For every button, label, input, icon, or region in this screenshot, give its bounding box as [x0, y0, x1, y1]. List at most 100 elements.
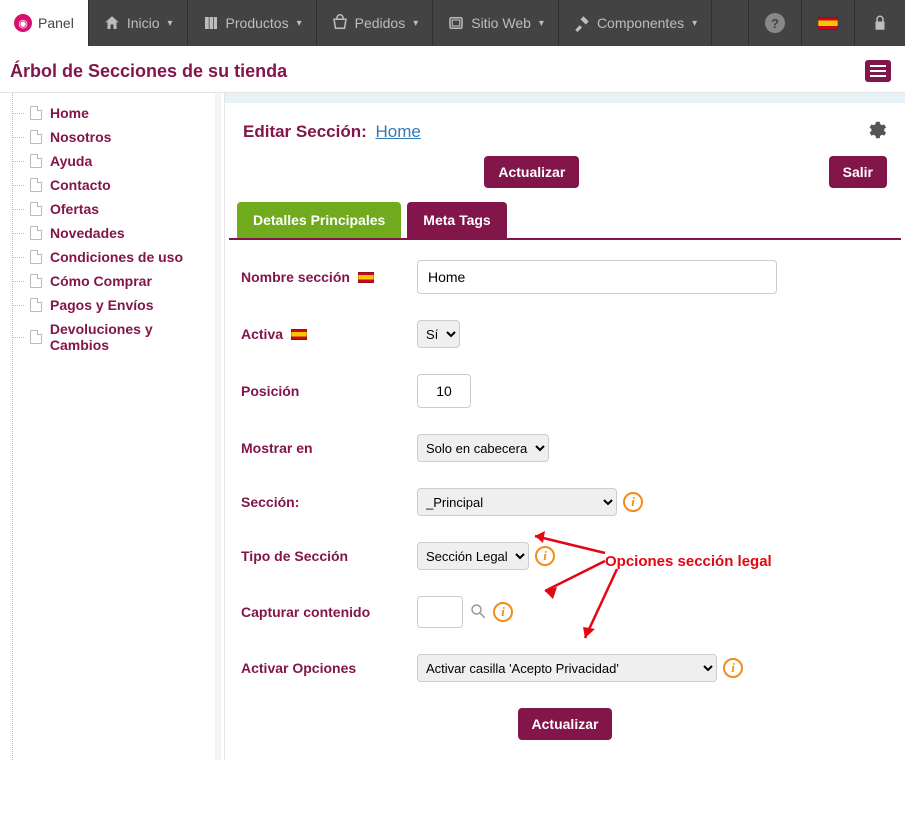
doc-icon: [30, 154, 42, 168]
sidebar-item-label: Nosotros: [50, 129, 111, 145]
nav-inicio[interactable]: Inicio ▾: [89, 0, 188, 46]
panel-title-link[interactable]: Home: [376, 122, 421, 141]
tipo-label: Tipo de Sección: [237, 548, 417, 564]
chevron-down-icon: ▾: [413, 18, 418, 29]
tab-detalles[interactable]: Detalles Principales: [237, 202, 401, 238]
tipo-select[interactable]: Sección Legal: [417, 542, 529, 570]
lock-icon: [871, 14, 889, 32]
content: Editar Sección: Home Actualizar Salir De…: [225, 93, 905, 760]
sidebar-item-pagos[interactable]: Pagos y Envíos: [0, 293, 224, 317]
row-mostrar: Mostrar en Solo en cabecera: [237, 434, 893, 462]
doc-icon: [30, 274, 42, 288]
nav-panel[interactable]: ◉ Panel: [0, 0, 89, 46]
titlebar: Árbol de Secciones de su tienda: [0, 46, 905, 92]
sidebar-item-label: Ofertas: [50, 201, 99, 217]
info-bar: [225, 93, 905, 103]
gear-icon[interactable]: [865, 119, 887, 144]
mostrar-label: Mostrar en: [237, 440, 417, 456]
tools-icon: [573, 14, 591, 32]
help-icon: ?: [765, 13, 785, 33]
list-view-icon[interactable]: [865, 60, 891, 82]
flag-es-icon: [818, 17, 838, 30]
tabs: Detalles Principales Meta Tags: [229, 202, 901, 240]
home-icon: [103, 14, 121, 32]
sidebar-item-contacto[interactable]: Contacto: [0, 173, 224, 197]
nav-pedidos[interactable]: Pedidos ▾: [317, 0, 434, 46]
annotation-text: Opciones sección legal: [605, 553, 772, 570]
top-nav: ◉ Panel Inicio ▾ Productos ▾ Pedidos ▾ S…: [0, 0, 905, 46]
capturar-box[interactable]: [417, 596, 463, 628]
sidebar-item-label: Cómo Comprar: [50, 273, 152, 289]
actualizar-button-top[interactable]: Actualizar: [484, 156, 579, 188]
salir-button[interactable]: Salir: [829, 156, 887, 188]
sidebar-item-label: Home: [50, 105, 89, 121]
row-activar: Activar Opciones Activar casilla 'Acepto…: [237, 654, 893, 682]
sidebar-item-ofertas[interactable]: Ofertas: [0, 197, 224, 221]
seccion-label: Sección:: [237, 494, 417, 510]
info-icon[interactable]: i: [623, 492, 643, 512]
nav-panel-label: Panel: [38, 15, 74, 31]
chevron-down-icon: ▾: [692, 18, 697, 29]
info-icon[interactable]: i: [535, 546, 555, 566]
sidebar-item-home[interactable]: Home: [0, 101, 224, 125]
nav-sitio-label: Sitio Web: [471, 15, 531, 31]
action-row: Actualizar Salir: [229, 156, 901, 202]
sidebar-item-label: Ayuda: [50, 153, 92, 169]
nav-pedidos-label: Pedidos: [355, 15, 406, 31]
row-activa: Activa Sí: [237, 320, 893, 348]
sidebar-item-novedades[interactable]: Novedades: [0, 221, 224, 245]
nav-language[interactable]: [801, 0, 854, 46]
row-capturar: Capturar contenido i: [237, 596, 893, 628]
page-title: Árbol de Secciones de su tienda: [10, 61, 287, 82]
row-nombre: Nombre sección: [237, 260, 893, 294]
nav-productos-label: Productos: [226, 15, 289, 31]
nav-spacer: [712, 0, 748, 46]
doc-icon: [30, 202, 42, 216]
doc-icon: [30, 106, 42, 120]
activa-select[interactable]: Sí: [417, 320, 460, 348]
doc-icon: [30, 250, 42, 264]
sidebar-item-devoluciones[interactable]: Devoluciones y Cambios: [0, 317, 224, 357]
nombre-input[interactable]: [417, 260, 777, 294]
nav-productos[interactable]: Productos ▾: [188, 0, 317, 46]
sidebar-item-label: Contacto: [50, 177, 111, 193]
nav-help[interactable]: ?: [748, 0, 801, 46]
search-icon[interactable]: [469, 602, 487, 623]
capturar-label: Capturar contenido: [237, 604, 417, 620]
activar-select[interactable]: Activar casilla 'Acepto Privacidad': [417, 654, 717, 682]
nav-lock[interactable]: [854, 0, 905, 46]
info-icon[interactable]: i: [723, 658, 743, 678]
info-icon[interactable]: i: [493, 602, 513, 622]
row-seccion: Sección: _Principal i: [237, 488, 893, 516]
sidebar-item-label: Devoluciones y Cambios: [50, 321, 214, 353]
sidebar-item-como-comprar[interactable]: Cómo Comprar: [0, 269, 224, 293]
row-tipo: Tipo de Sección Sección Legal i: [237, 542, 893, 570]
seccion-select[interactable]: _Principal: [417, 488, 617, 516]
chevron-down-icon: ▾: [297, 18, 302, 29]
nav-sitio[interactable]: Sitio Web ▾: [433, 0, 559, 46]
sidebar-item-label: Condiciones de uso: [50, 249, 183, 265]
doc-icon: [30, 226, 42, 240]
posicion-label: Posición: [237, 383, 417, 399]
sidebar-item-label: Novedades: [50, 225, 125, 241]
doc-icon: [30, 330, 42, 344]
sidebar-item-ayuda[interactable]: Ayuda: [0, 149, 224, 173]
activa-label: Activa: [241, 326, 283, 342]
nombre-label: Nombre sección: [241, 269, 350, 285]
sidebar-item-nosotros[interactable]: Nosotros: [0, 125, 224, 149]
row-posicion: Posición: [237, 374, 893, 408]
mostrar-select[interactable]: Solo en cabecera: [417, 434, 549, 462]
brand-icon: ◉: [14, 14, 32, 32]
nav-componentes[interactable]: Componentes ▾: [559, 0, 712, 46]
sidebar-item-condiciones[interactable]: Condiciones de uso: [0, 245, 224, 269]
flag-es-icon: [291, 329, 307, 340]
panel-header: Editar Sección: Home: [229, 103, 901, 156]
form: Nombre sección Activa Sí Posición: [229, 240, 901, 740]
nav-inicio-label: Inicio: [127, 15, 160, 31]
sidebar-item-label: Pagos y Envíos: [50, 297, 153, 313]
actualizar-button-bottom[interactable]: Actualizar: [518, 708, 613, 740]
posicion-input[interactable]: [417, 374, 471, 408]
tab-meta[interactable]: Meta Tags: [407, 202, 506, 238]
doc-icon: [30, 130, 42, 144]
site-icon: [447, 14, 465, 32]
